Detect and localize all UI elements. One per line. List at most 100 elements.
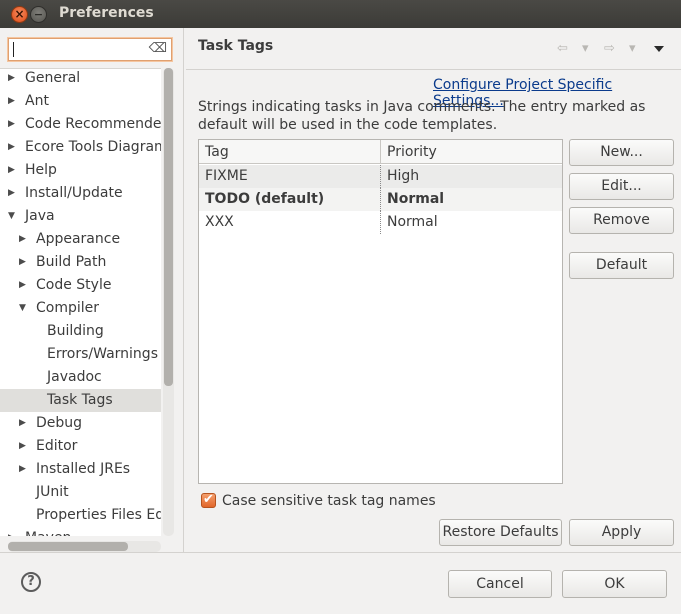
tree-item-label: Java xyxy=(25,208,55,224)
collapsed-arrow-icon[interactable]: ▶ xyxy=(8,136,15,159)
tree-item-label: Errors/Warnings xyxy=(47,346,158,362)
default-button[interactable]: Default xyxy=(569,252,674,279)
tree-item[interactable]: ▶ Ecore Tools Diagram xyxy=(0,136,161,159)
case-sensitive-checkbox[interactable]: ✔ xyxy=(201,492,216,508)
tree-vertical-scrollbar[interactable] xyxy=(163,68,174,536)
tree-item-label: JUnit xyxy=(36,484,69,500)
collapsed-arrow-icon[interactable]: ▶ xyxy=(8,69,15,90)
clear-icon[interactable]: ⌫ xyxy=(149,41,167,56)
collapsed-arrow-icon[interactable]: ▶ xyxy=(19,458,26,481)
priority-cell: High xyxy=(380,165,562,188)
edit-button[interactable]: Edit... xyxy=(569,173,674,200)
tree-horizontal-scrollbar[interactable] xyxy=(8,541,161,552)
expanded-arrow-icon[interactable]: ▼ xyxy=(8,205,15,228)
forward-menu-icon[interactable]: ▾ xyxy=(629,41,636,56)
tree-item[interactable]: Errors/Warnings xyxy=(0,343,161,366)
tree-item[interactable]: ▶ Install/Update xyxy=(0,182,161,205)
tree-item[interactable]: JUnit xyxy=(0,481,161,504)
tree-item-label: Ecore Tools Diagram xyxy=(25,139,161,155)
table-row[interactable]: FIXME High xyxy=(199,165,562,188)
tree-item[interactable]: ▶ Code Style xyxy=(0,274,161,297)
table-row[interactable]: XXX Normal xyxy=(199,211,562,234)
tree-item-label: General xyxy=(25,70,81,86)
scrollbar-thumb[interactable] xyxy=(164,68,173,386)
filter-input[interactable]: ⌫ xyxy=(8,38,172,61)
case-sensitive-label: Case sensitive task tag names xyxy=(222,493,436,509)
tag-cell: FIXME xyxy=(205,168,248,184)
collapsed-arrow-icon[interactable]: ▶ xyxy=(19,274,26,297)
close-icon: × xyxy=(14,7,25,21)
tree-item-label: Installed JREs xyxy=(36,461,131,477)
tree-item[interactable]: ▶ Editor xyxy=(0,435,161,458)
tree-item[interactable]: ▼ Java xyxy=(0,205,161,228)
tree-item-label: Code Recommenders xyxy=(25,116,161,132)
tree-item-label: Editor xyxy=(36,438,78,454)
panel-divider[interactable] xyxy=(183,28,184,552)
scrollbar-thumb[interactable] xyxy=(8,542,128,551)
tree-item-label: Help xyxy=(25,162,57,178)
help-icon[interactable]: ? xyxy=(21,572,41,592)
collapsed-arrow-icon[interactable]: ▶ xyxy=(19,228,26,251)
window-minimize-button[interactable]: − xyxy=(30,6,47,23)
page-description: Strings indicating tasks in Java comment… xyxy=(198,99,646,133)
tree-item-label: Code Style xyxy=(36,277,112,293)
collapsed-arrow-icon[interactable]: ▶ xyxy=(8,527,15,536)
tag-cell: XXX xyxy=(205,214,234,230)
collapsed-arrow-icon[interactable]: ▶ xyxy=(19,251,26,274)
tree-item-label: Javadoc xyxy=(47,369,102,385)
forward-icon[interactable]: ⇨ xyxy=(604,41,615,56)
tag-cell: TODO (default) xyxy=(205,191,325,207)
tree-item[interactable]: Task Tags xyxy=(0,389,161,412)
header-separator xyxy=(186,69,681,70)
preferences-tree-panel: ⌫ ▶ General ▶ Ant ▶ Code Recommenders ▶ Ecore T… xyxy=(0,28,184,552)
remove-button[interactable]: Remove xyxy=(569,207,674,234)
preferences-tree[interactable]: ▶ General ▶ Ant ▶ Code Recommenders ▶ Ecore Too… xyxy=(0,68,161,536)
cancel-button[interactable]: Cancel xyxy=(448,570,552,598)
collapsed-arrow-icon[interactable]: ▶ xyxy=(8,182,15,205)
collapsed-arrow-icon[interactable]: ▶ xyxy=(8,90,15,113)
back-icon[interactable]: ⇦ xyxy=(557,41,568,56)
window-title: Preferences xyxy=(59,5,154,21)
collapsed-arrow-icon[interactable]: ▶ xyxy=(19,412,26,435)
window-close-button[interactable]: × xyxy=(11,6,28,23)
tree-item[interactable]: Javadoc xyxy=(0,366,161,389)
tree-item[interactable]: ▶ Installed JREs xyxy=(0,458,161,481)
title-bar: × − Preferences xyxy=(0,0,681,28)
collapsed-arrow-icon[interactable]: ▶ xyxy=(8,159,15,182)
tree-item-label: Debug xyxy=(36,415,83,431)
tree-item[interactable]: ▶ Build Path xyxy=(0,251,161,274)
footer-separator xyxy=(0,552,681,553)
text-caret xyxy=(13,42,14,57)
tree-item[interactable]: ▶ Help xyxy=(0,159,161,182)
collapsed-arrow-icon[interactable]: ▶ xyxy=(8,113,15,136)
tree-item[interactable]: ▼ Compiler xyxy=(0,297,161,320)
tree-item-label: Ant xyxy=(25,93,49,109)
tree-item[interactable]: ▶ Appearance xyxy=(0,228,161,251)
expanded-arrow-icon[interactable]: ▼ xyxy=(19,297,26,320)
tree-item-label: Build Path xyxy=(36,254,107,270)
page-title: Task Tags xyxy=(198,38,274,54)
new-button[interactable]: New... xyxy=(569,139,674,166)
tree-item[interactable]: ▶ Maven xyxy=(0,527,161,536)
back-menu-icon[interactable]: ▾ xyxy=(582,41,589,56)
column-header-tag[interactable]: Tag xyxy=(199,140,380,164)
tree-item[interactable]: Properties Files Editor xyxy=(0,504,161,527)
table-row[interactable]: TODO (default) Normal xyxy=(199,188,562,211)
tree-item-label: Compiler xyxy=(36,300,100,316)
column-header-priority[interactable]: Priority xyxy=(380,140,562,164)
task-tags-table[interactable]: Tag Priority FIXME High TODO (default) N… xyxy=(198,139,563,484)
restore-defaults-button[interactable]: Restore Defaults xyxy=(439,519,562,546)
tree-item-label: Install/Update xyxy=(25,185,123,201)
tree-item-label: Building xyxy=(47,323,104,339)
tree-item[interactable]: Building xyxy=(0,320,161,343)
tree-item[interactable]: ▶ Ant xyxy=(0,90,161,113)
tree-item[interactable]: ▶ Debug xyxy=(0,412,161,435)
priority-cell: Normal xyxy=(380,188,562,211)
ok-button[interactable]: OK xyxy=(562,570,667,598)
tree-item[interactable]: ▶ General xyxy=(0,69,161,90)
tree-item[interactable]: ▶ Code Recommenders xyxy=(0,113,161,136)
minimize-icon: − xyxy=(33,8,44,21)
apply-button[interactable]: Apply xyxy=(569,519,674,546)
collapsed-arrow-icon[interactable]: ▶ xyxy=(19,435,26,458)
view-menu-icon[interactable] xyxy=(654,46,664,52)
